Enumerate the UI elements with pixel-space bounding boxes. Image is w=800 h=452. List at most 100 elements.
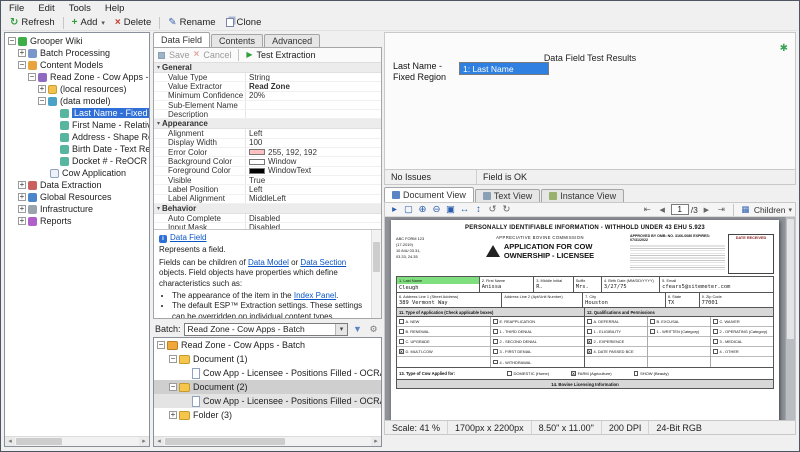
- batch-combo[interactable]: Read Zone - Cow Apps - Batch ▾: [184, 323, 348, 336]
- category-behavior[interactable]: ▾ Behavior: [154, 204, 381, 214]
- rename-button[interactable]: ✎ Rename: [163, 16, 220, 29]
- tree-item-address-field[interactable]: Address - Shape Region: [5, 131, 149, 143]
- next-page-icon[interactable]: ▶: [700, 204, 713, 216]
- collapse-icon[interactable]: −: [8, 37, 16, 45]
- data-section-link[interactable]: Data Section: [300, 258, 346, 267]
- refresh-button[interactable]: ↻ Refresh: [5, 16, 60, 29]
- collapse-icon[interactable]: −: [157, 341, 165, 349]
- tree-item-infrastructure[interactable]: + Infrastructure: [5, 203, 149, 215]
- field-value-box[interactable]: 1: Last Name: [459, 62, 549, 75]
- collapse-icon[interactable]: −: [169, 383, 177, 391]
- property-row[interactable]: Label Alignment MiddleLeft: [154, 195, 381, 204]
- menu-file[interactable]: File: [2, 2, 31, 15]
- horizontal-scrollbar[interactable]: ◂ ▸: [5, 436, 149, 446]
- add-button[interactable]: + Add ▾: [67, 16, 110, 29]
- tree-item-birth-date-field[interactable]: Birth Date - Text Region: [5, 143, 149, 155]
- data-model-link[interactable]: Data Model: [248, 258, 289, 267]
- page-number-input[interactable]: 1: [671, 204, 689, 215]
- scroll-left-icon[interactable]: ◂: [154, 437, 164, 446]
- tree-item-data-extraction[interactable]: + Data Extraction: [5, 179, 149, 191]
- zoom-in-icon[interactable]: ⊕: [416, 204, 429, 216]
- tree-item-grooper-wiki[interactable]: − Grooper Wiki: [5, 35, 149, 47]
- batch-item-document-2[interactable]: − Document (2): [154, 380, 381, 394]
- property-row[interactable]: Foreground Color WindowText: [154, 167, 381, 176]
- property-row[interactable]: Minimum Confidence 20%: [154, 92, 381, 101]
- pointer-icon[interactable]: ▸: [388, 204, 401, 216]
- scrollbar-thumb[interactable]: [165, 438, 285, 445]
- test-extraction-button[interactable]: Test Extraction: [257, 50, 316, 60]
- document-viewer-canvas[interactable]: PERSONALLY IDENTIFIABLE INFORMATION - WI…: [384, 217, 796, 421]
- tab-advanced[interactable]: Advanced: [264, 34, 320, 47]
- tree-item-last-name-field[interactable]: Last Name - Fixed Region: [5, 107, 149, 119]
- expand-icon[interactable]: +: [18, 49, 26, 57]
- vertical-scrollbar[interactable]: [371, 230, 381, 318]
- property-row[interactable]: Alignment Left: [154, 129, 381, 138]
- property-row[interactable]: Error Color 255, 192, 192: [154, 148, 381, 157]
- property-row[interactable]: Auto Complete Disabled: [154, 214, 381, 223]
- rotate-right-icon[interactable]: ↻: [500, 204, 513, 216]
- tree-item-batch-processing[interactable]: + Batch Processing: [5, 47, 149, 59]
- property-row[interactable]: Background Color Window: [154, 157, 381, 166]
- menu-tools[interactable]: Tools: [62, 2, 98, 15]
- property-row[interactable]: Value Type String: [154, 73, 381, 82]
- category-appearance[interactable]: ▾ Appearance: [154, 119, 381, 129]
- vertical-scrollbar[interactable]: [785, 217, 795, 420]
- fit-width-icon[interactable]: ↔: [458, 204, 471, 216]
- expand-icon[interactable]: +: [18, 205, 26, 213]
- batch-item-document-1[interactable]: − Document (1): [154, 352, 381, 366]
- settings-icon[interactable]: ⚙: [367, 323, 380, 336]
- children-dropdown[interactable]: Children: [754, 205, 786, 215]
- index-panel-link[interactable]: Index Panel: [294, 291, 336, 300]
- tab-text-view[interactable]: Text View: [475, 189, 540, 202]
- help-title-link[interactable]: Data Field: [170, 233, 206, 242]
- tab-data-field[interactable]: Data Field: [153, 32, 210, 47]
- tree-item-data-model[interactable]: − (data model): [5, 95, 149, 107]
- first-page-icon[interactable]: ⇤: [641, 204, 654, 216]
- property-row[interactable]: Sub-Element Name: [154, 101, 381, 110]
- cancel-button[interactable]: Cancel: [203, 50, 231, 60]
- collapse-icon[interactable]: −: [28, 73, 36, 81]
- horizontal-scrollbar[interactable]: ◂ ▸: [154, 436, 381, 446]
- expand-icon[interactable]: +: [18, 217, 26, 225]
- tree-item-first-name-field[interactable]: First Name - Relative Region: [5, 119, 149, 131]
- tree-item-docket-field[interactable]: Docket # - ReOCR Zone: [5, 155, 149, 167]
- batch-item-folder-3[interactable]: + Folder (3): [154, 408, 381, 422]
- property-row[interactable]: Description: [154, 110, 381, 119]
- tree-item-content-models[interactable]: − Content Models: [5, 59, 149, 71]
- expand-icon[interactable]: +: [169, 411, 177, 419]
- menu-edit[interactable]: Edit: [31, 2, 61, 15]
- property-row[interactable]: Visible True: [154, 176, 381, 185]
- collapse-icon[interactable]: −: [18, 61, 26, 69]
- marquee-zoom-icon[interactable]: ▢: [402, 204, 415, 216]
- collapse-icon[interactable]: −: [38, 97, 46, 105]
- batch-item-document-1-file[interactable]: Cow App - Licensee - Positions Filled - …: [154, 366, 381, 380]
- last-page-icon[interactable]: ⇥: [715, 204, 728, 216]
- tree-item-local-resources[interactable]: + (local resources): [5, 83, 149, 95]
- tab-contents[interactable]: Contents: [211, 34, 263, 47]
- tab-document-view[interactable]: Document View: [384, 187, 474, 202]
- tree-item-read-zone-content-model[interactable]: − Read Zone - Cow Apps - Content Mo: [5, 71, 149, 83]
- category-general[interactable]: ▾ General: [154, 63, 381, 73]
- property-row[interactable]: Input Mask Disabled: [154, 223, 381, 230]
- tree-item-global-resources[interactable]: + Global Resources: [5, 191, 149, 203]
- scroll-left-icon[interactable]: ◂: [5, 437, 15, 446]
- magic-icon[interactable]: ✱: [780, 43, 788, 54]
- tab-instance-view[interactable]: Instance View: [541, 189, 624, 202]
- rotate-left-icon[interactable]: ↺: [486, 204, 499, 216]
- clone-button[interactable]: Clone: [221, 16, 267, 29]
- property-row[interactable]: Label Position Left: [154, 185, 381, 194]
- expand-icon[interactable]: +: [18, 181, 26, 189]
- fit-height-icon[interactable]: ↕: [472, 204, 485, 216]
- batch-root-item[interactable]: − Read Zone - Cow Apps - Batch: [154, 338, 381, 352]
- previous-page-icon[interactable]: ◀: [656, 204, 669, 216]
- delete-button[interactable]: × Delete: [110, 16, 156, 29]
- collapse-icon[interactable]: −: [169, 355, 177, 363]
- expand-icon[interactable]: +: [18, 193, 26, 201]
- tree-item-cow-application[interactable]: Cow Application: [5, 167, 149, 179]
- tree-item-reports[interactable]: + Reports: [5, 215, 149, 227]
- scroll-right-icon[interactable]: ▸: [139, 437, 149, 446]
- property-row[interactable]: Display Width 100: [154, 139, 381, 148]
- zoom-out-icon[interactable]: ⊖: [430, 204, 443, 216]
- scrollbar-thumb[interactable]: [787, 219, 794, 339]
- scroll-right-icon[interactable]: ▸: [371, 437, 381, 446]
